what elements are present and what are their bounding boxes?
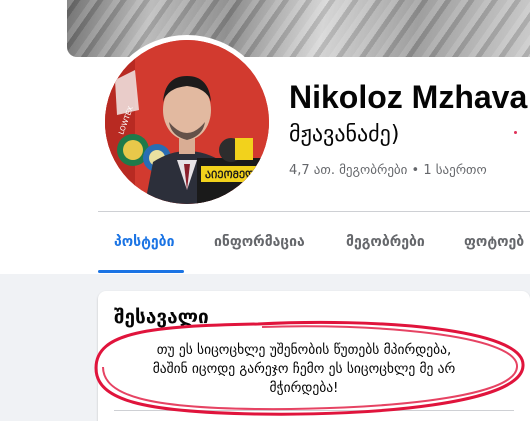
intro-divider <box>114 410 514 411</box>
bio-line: მჭირდება! <box>269 380 339 396</box>
intro-card: შესავალი თუ ეს სიცოცხლე უშენობის წუთებს … <box>98 291 530 421</box>
avatar-photo: LOWTEX ᲐᲘᲔᲝᲛᲔᲓᲘ <box>105 40 269 204</box>
active-tab-indicator <box>98 270 184 273</box>
header-divider <box>98 211 530 212</box>
tab-about[interactable]: ინფორმაცია <box>214 234 305 250</box>
avatar[interactable]: LOWTEX ᲐᲘᲔᲝᲛᲔᲓᲘ <box>105 40 269 204</box>
red-mark <box>514 131 517 134</box>
cover-photo[interactable] <box>67 0 530 57</box>
profile-alternate-name: მჟავანაძე) <box>289 122 400 147</box>
tab-posts[interactable]: პოსტები <box>114 234 174 250</box>
tab-photos[interactable]: ფოტოებ <box>464 234 524 250</box>
friends-count[interactable]: 4,7 ათ. მეგობრები • 1 საერთო <box>289 163 487 178</box>
tab-friends[interactable]: მეგობრები <box>346 234 425 250</box>
profile-name: Nikoloz Mzhava <box>289 79 528 115</box>
intro-title: შესავალი <box>114 306 209 328</box>
bio-line: მაშინ იცოდე გარეჯო ჩემო ეს სიცოცხლე მე ა… <box>152 361 456 377</box>
bio-line: თუ ეს სიცოცხლე უშენობის წუთებს მპირდება, <box>156 342 452 358</box>
intro-bio: თუ ეს სიცოცხლე უშენობის წუთებს მპირდება,… <box>106 341 502 398</box>
